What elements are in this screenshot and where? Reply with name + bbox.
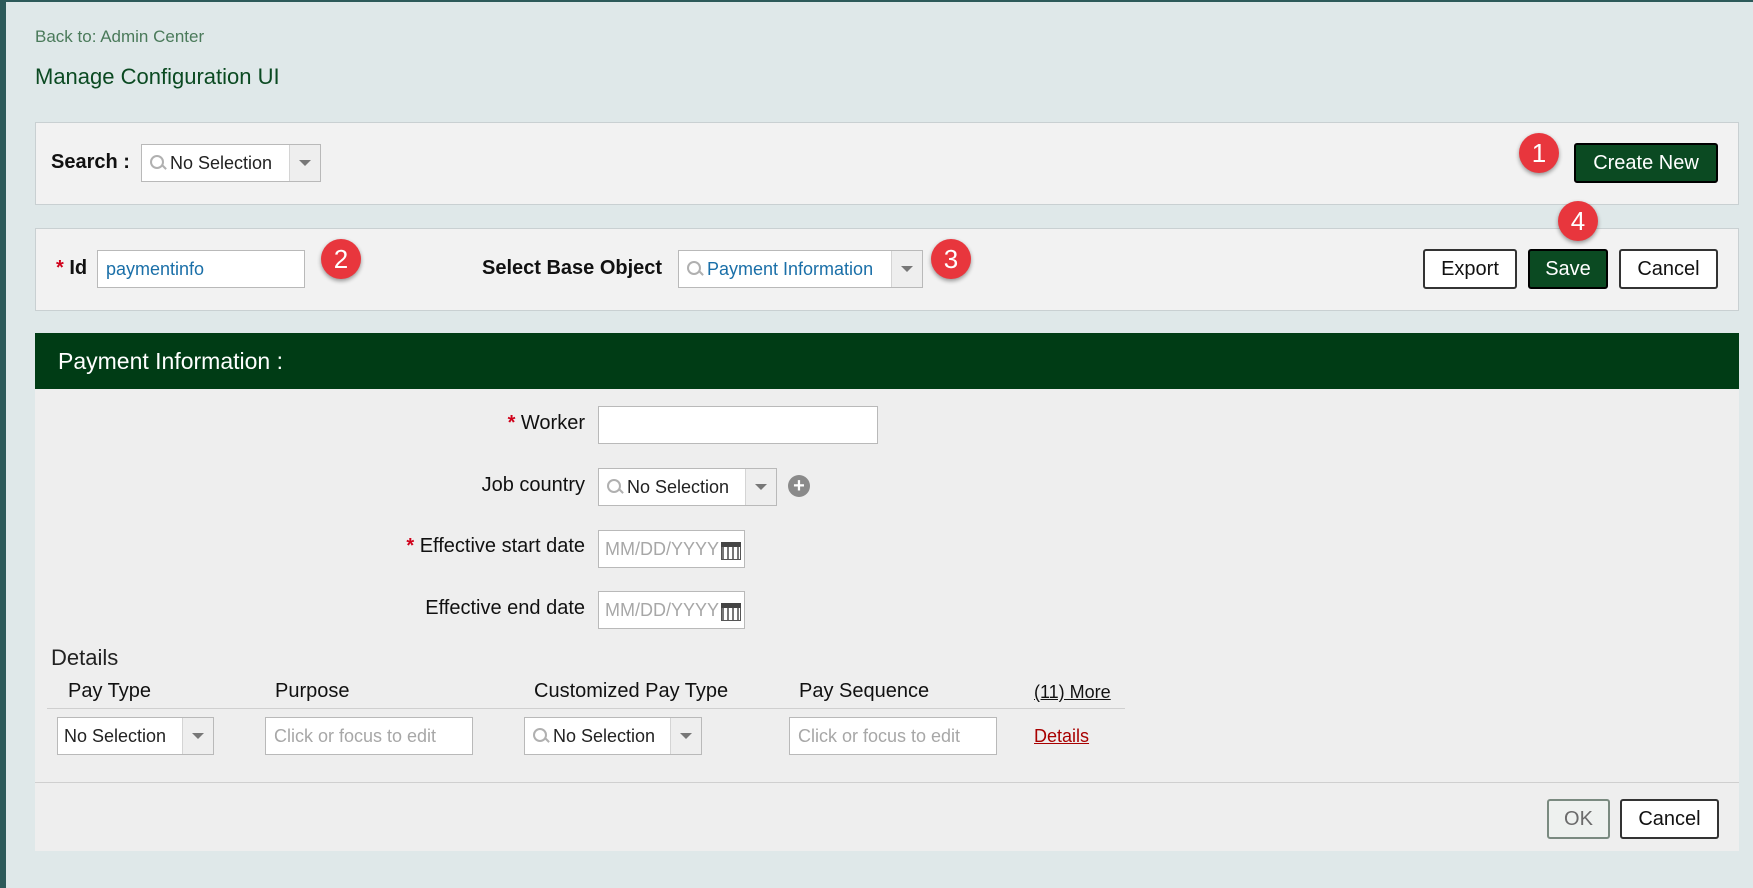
column-pay-type: Pay Type — [68, 680, 152, 702]
add-icon[interactable]: + — [788, 475, 810, 497]
column-purpose: Purpose — [275, 680, 350, 702]
job-country-label: Job country — [481, 474, 585, 496]
end-date-label: Effective end date — [425, 597, 585, 619]
job-country-combo[interactable]: No Selection — [598, 468, 777, 506]
create-new-button[interactable]: Create New — [1574, 143, 1718, 183]
column-pay-sequence: Pay Sequence — [799, 680, 930, 702]
chevron-down-icon[interactable] — [182, 718, 213, 754]
chevron-down-icon[interactable] — [670, 718, 701, 754]
column-customized-pay-type: Customized Pay Type — [534, 680, 729, 702]
footer-cancel-button[interactable]: Cancel — [1620, 799, 1719, 839]
export-button[interactable]: Export — [1423, 249, 1517, 289]
section-header: Payment Information : — [35, 333, 1739, 389]
id-input[interactable]: paymentinfo — [97, 250, 305, 288]
base-object-label: Select Base Object — [482, 257, 663, 279]
annotation-badge-2: 2 — [321, 239, 361, 279]
worker-label-text: Worker — [520, 412, 585, 434]
customized-pay-type-value: No Selection — [553, 725, 656, 746]
end-date-input[interactable]: MM/DD/YYYY — [598, 591, 745, 629]
id-label: * Id — [56, 257, 88, 279]
search-combo[interactable]: No Selection — [141, 144, 321, 182]
form-panel: * Worker Job country No Selection + * Ef… — [35, 389, 1739, 851]
search-label: Search : — [51, 151, 130, 173]
calendar-icon[interactable] — [721, 600, 742, 621]
worker-input[interactable] — [598, 406, 878, 444]
chevron-down-icon[interactable] — [745, 469, 776, 505]
calendar-icon[interactable] — [721, 539, 742, 560]
chevron-down-icon[interactable] — [891, 251, 922, 287]
base-object-combo[interactable]: Payment Information — [678, 250, 923, 288]
pay-type-select[interactable]: No Selection — [57, 717, 214, 755]
search-icon — [607, 479, 623, 495]
ok-button[interactable]: OK — [1547, 799, 1610, 839]
footer-divider — [35, 782, 1739, 783]
details-title: Details — [51, 645, 119, 670]
job-country-value: No Selection — [627, 476, 730, 497]
pay-sequence-input[interactable]: Click or focus to edit — [789, 717, 997, 755]
back-link[interactable]: Back to: Admin Center — [35, 27, 204, 47]
config-panel: * Id paymentinfo 2 Select Base Object Pa… — [35, 201, 1739, 311]
search-icon — [687, 261, 703, 277]
more-columns-link[interactable]: (11) More — [1034, 682, 1111, 703]
start-date-label: * Effective start date — [406, 535, 585, 557]
search-icon — [533, 728, 549, 744]
annotation-badge-1: 1 — [1519, 133, 1559, 173]
annotation-badge-4: 4 — [1558, 201, 1598, 241]
search-panel: Search : No Selection 1 Create New — [35, 122, 1739, 205]
save-button[interactable]: Save — [1528, 249, 1608, 289]
cancel-button[interactable]: Cancel — [1619, 249, 1718, 289]
end-date-placeholder: MM/DD/YYYY — [605, 599, 720, 620]
worker-label: * Worker — [507, 412, 585, 434]
purpose-input[interactable]: Click or focus to edit — [265, 717, 473, 755]
id-label-text: Id — [69, 257, 88, 279]
start-date-label-text: Effective start date — [419, 535, 585, 557]
start-date-placeholder: MM/DD/YYYY — [605, 538, 720, 559]
annotation-badge-3: 3 — [931, 239, 971, 279]
start-date-input[interactable]: MM/DD/YYYY — [598, 530, 745, 568]
customized-pay-type-combo[interactable]: No Selection — [524, 717, 702, 755]
details-link[interactable]: Details — [1034, 726, 1089, 747]
purpose-placeholder: Click or focus to edit — [274, 725, 437, 746]
pay-type-value: No Selection — [64, 725, 167, 746]
pay-sequence-placeholder: Click or focus to edit — [798, 725, 961, 746]
page-title: Manage Configuration UI — [35, 64, 280, 89]
chevron-down-icon[interactable] — [289, 145, 320, 181]
search-combo-value: No Selection — [170, 152, 273, 173]
header-divider — [47, 708, 1125, 709]
base-object-value: Payment Information — [707, 258, 874, 279]
search-icon — [150, 155, 166, 171]
